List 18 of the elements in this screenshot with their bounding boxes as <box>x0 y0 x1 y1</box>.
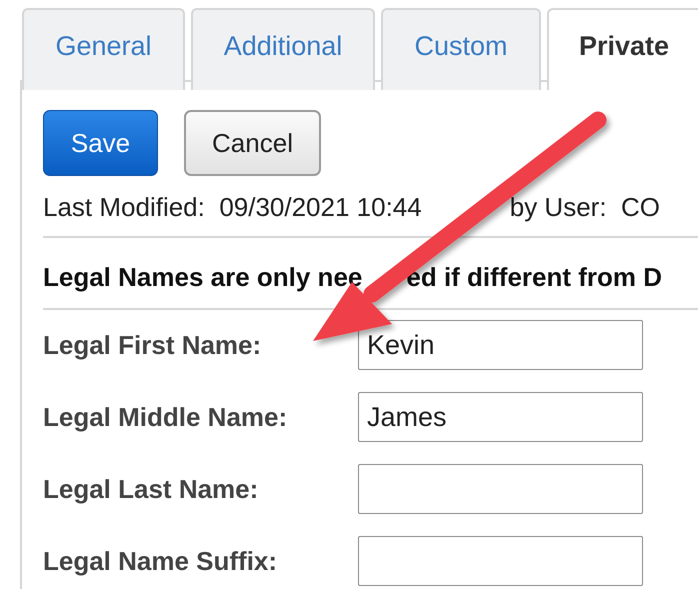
notice-text: Legal Names are only nee <box>43 262 362 292</box>
field-label: Legal Name Suffix: <box>43 546 278 576</box>
input-field[interactable] <box>358 536 643 586</box>
last-modified-text: Last Modified: 09/30/2021 10:44 <box>43 192 422 222</box>
input-field[interactable]: James <box>358 392 643 442</box>
tab[interactable]: General <box>22 8 185 90</box>
field-label: Legal First Name: <box>43 330 262 360</box>
field-label: Legal Last Name: <box>43 474 260 504</box>
field-label: Legal Middle Name: <box>43 402 288 432</box>
save-button[interactable]: Save <box>43 110 158 176</box>
notice-text: ed if different from D <box>406 262 662 292</box>
last-modified-text: by User: CO <box>510 192 660 222</box>
tab[interactable]: Custom <box>381 8 541 90</box>
tab[interactable]: Private <box>547 8 698 90</box>
cancel-button[interactable]: Cancel <box>184 110 321 176</box>
input-field[interactable] <box>358 464 643 514</box>
tab[interactable]: Additional <box>191 8 375 90</box>
input-field[interactable]: Kevin <box>358 320 643 370</box>
